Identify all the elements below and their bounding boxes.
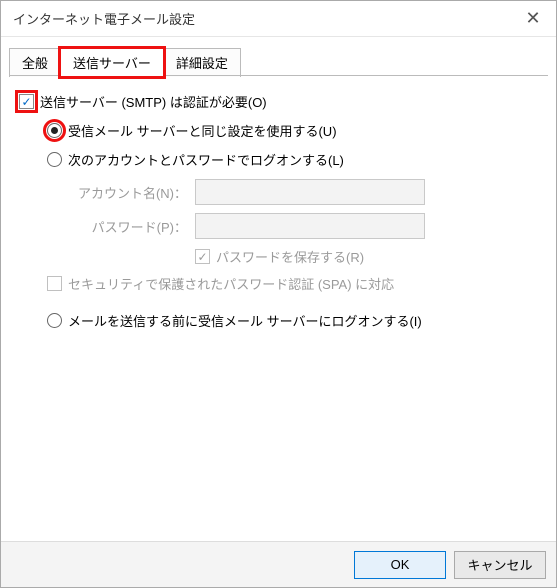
password-row: パスワード(P)： <box>67 213 538 239</box>
spa-row: セキュリティで保護されたパスワード認証 (SPA) に対応 <box>47 274 538 293</box>
use-same-settings-radio[interactable] <box>47 123 62 138</box>
dialog-footer: OK キャンセル <box>1 541 556 587</box>
logon-before-send-row: メールを送信する前に受信メール サーバーにログオンする(I) <box>47 311 538 330</box>
logon-with-label[interactable]: 次のアカウントとパスワードでログオンする(L) <box>68 150 344 169</box>
ok-button[interactable]: OK <box>354 551 446 579</box>
close-button[interactable]: ✕ <box>510 1 556 37</box>
logon-before-send-label[interactable]: メールを送信する前に受信メール サーバーにログオンする(I) <box>68 311 422 330</box>
credentials-group: アカウント名(N)： パスワード(P)： パスワードを保存する(R) セキュリテ… <box>67 179 538 293</box>
titlebar: インターネット電子メール設定 ✕ <box>1 1 556 37</box>
logon-with-row: 次のアカウントとパスワードでログオンする(L) <box>47 150 538 169</box>
window-title: インターネット電子メール設定 <box>13 9 195 28</box>
password-label: パスワード(P)： <box>67 217 187 236</box>
cancel-button[interactable]: キャンセル <box>454 551 546 579</box>
remember-password-label[interactable]: パスワードを保存する(R) <box>216 247 364 266</box>
tab-outgoing-server[interactable]: 送信サーバー <box>60 48 164 77</box>
smtp-auth-checkbox[interactable] <box>19 94 34 109</box>
account-name-field[interactable] <box>195 179 425 205</box>
logon-with-radio[interactable] <box>47 152 62 167</box>
spa-checkbox[interactable] <box>47 276 62 291</box>
use-same-settings-row: 受信メール サーバーと同じ設定を使用する(U) <box>47 121 538 140</box>
close-icon: ✕ <box>525 8 540 29</box>
outgoing-server-panel: 送信サーバー (SMTP) は認証が必要(O) 受信メール サーバーと同じ設定を… <box>1 76 556 350</box>
tab-advanced[interactable]: 詳細設定 <box>163 48 241 77</box>
smtp-auth-label[interactable]: 送信サーバー (SMTP) は認証が必要(O) <box>40 92 267 111</box>
remember-password-checkbox[interactable] <box>195 249 210 264</box>
account-name-row: アカウント名(N)： <box>67 179 538 205</box>
use-same-settings-label[interactable]: 受信メール サーバーと同じ設定を使用する(U) <box>68 121 337 140</box>
logon-before-send-radio[interactable] <box>47 313 62 328</box>
spa-label[interactable]: セキュリティで保護されたパスワード認証 (SPA) に対応 <box>68 274 394 293</box>
remember-password-row: パスワードを保存する(R) <box>195 247 538 266</box>
account-name-label: アカウント名(N)： <box>67 183 187 202</box>
password-field[interactable] <box>195 213 425 239</box>
tab-general[interactable]: 全般 <box>9 48 61 77</box>
smtp-auth-row: 送信サーバー (SMTP) は認証が必要(O) <box>19 92 538 111</box>
tabstrip: 全般 送信サーバー 詳細設定 <box>9 47 548 76</box>
